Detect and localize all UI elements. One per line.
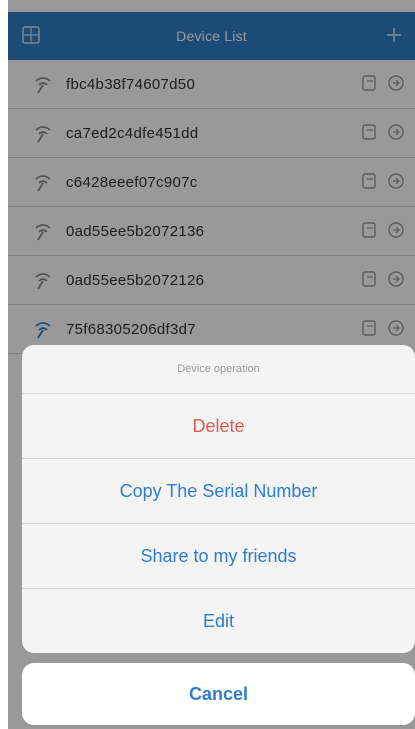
delete-button[interactable]: Delete xyxy=(22,394,415,459)
cancel-button[interactable]: Cancel xyxy=(22,663,415,725)
action-sheet-title: Device operation xyxy=(22,345,415,394)
action-sheet: Device operation Delete Copy The Serial … xyxy=(22,345,415,653)
edit-button[interactable]: Edit xyxy=(22,589,415,653)
app-screen: Device List fbc4b38f74607d50 ca7ed2c4dfe… xyxy=(8,0,415,729)
share-button[interactable]: Share to my friends xyxy=(22,524,415,589)
copy-serial-button[interactable]: Copy The Serial Number xyxy=(22,459,415,524)
